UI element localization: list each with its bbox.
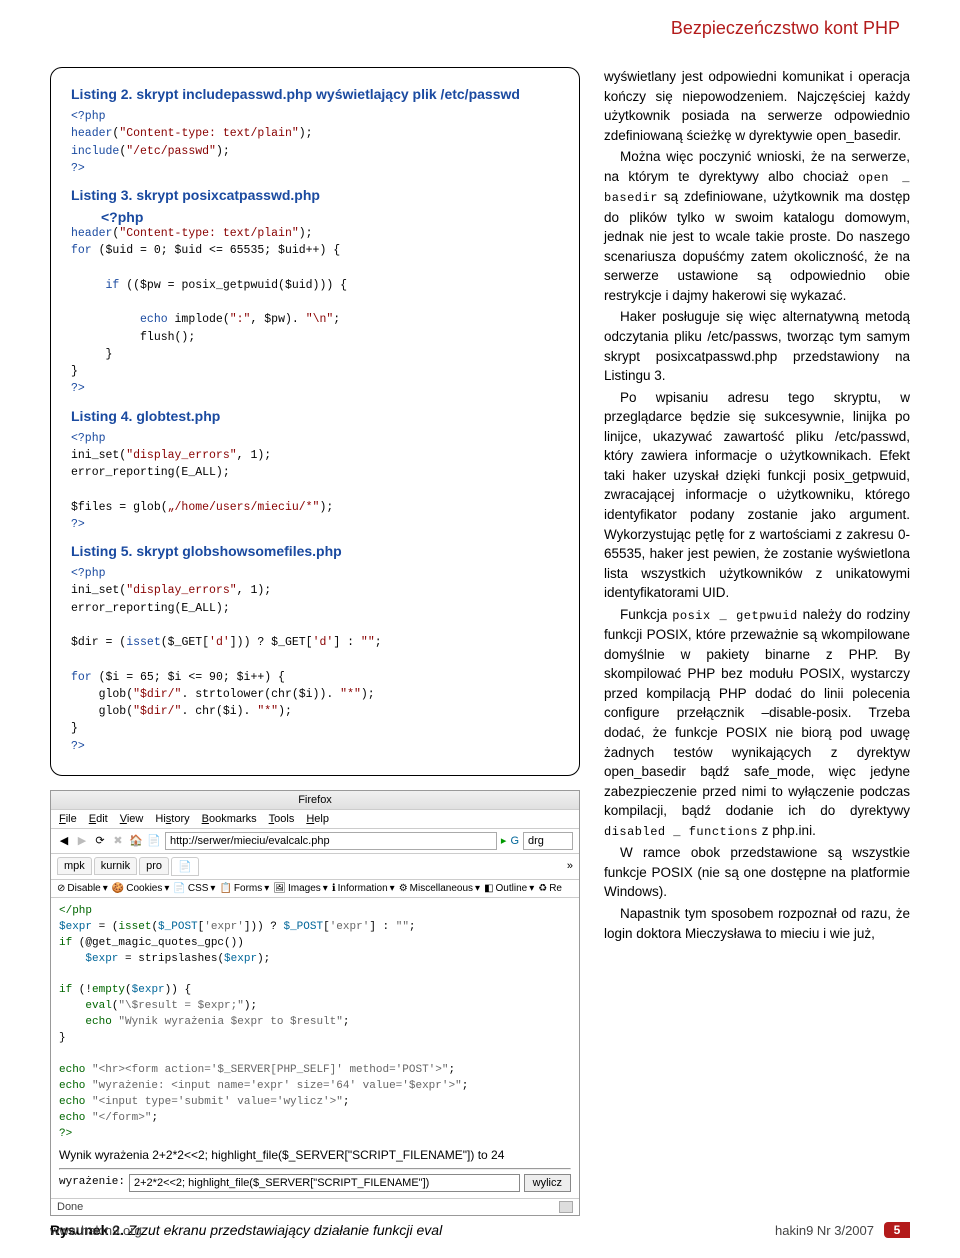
- listing-4-title: Listing 4. globtest.php: [71, 408, 559, 424]
- tool-re[interactable]: ♻ Re: [538, 883, 562, 894]
- listing-3-title: Listing 3. skrypt posixcatpasswd.php: [71, 187, 559, 203]
- menu-view[interactable]: View: [120, 813, 144, 825]
- tool-forms[interactable]: 📋 Forms▾: [219, 883, 269, 894]
- para-5: Funkcja posix _ getpwuid należy do rodzi…: [604, 605, 910, 841]
- menu-file[interactable]: File: [59, 813, 77, 825]
- page-header: Bezpieczeńczstwo kont PHP: [0, 0, 960, 67]
- code-listings-box: Listing 2. skrypt includepasswd.php wyśw…: [50, 67, 580, 776]
- browser-viewport: </php $expr = (isset($_POST['expr'])) ? …: [51, 898, 579, 1198]
- status-bar: Done: [51, 1198, 579, 1215]
- para-6: W ramce obok przedstawione są wszystkie …: [604, 843, 910, 902]
- ssl-icon: [559, 1201, 573, 1213]
- tab-pro[interactable]: pro: [139, 857, 169, 875]
- eval-result: Wynik wyrażenia 2+2*2<<2; highlight_file…: [59, 1147, 571, 1164]
- page-number: 5: [884, 1222, 910, 1238]
- home-icon[interactable]: 🏠: [129, 834, 143, 848]
- tab-active[interactable]: 📄: [171, 857, 199, 876]
- listing-2-title: Listing 2. skrypt includepasswd.php wyśw…: [71, 86, 559, 102]
- tool-css[interactable]: 📄 CSS▾: [173, 883, 215, 894]
- article-body: wyświetlany jest odpowiedni komunikat i …: [604, 67, 910, 1238]
- status-text: Done: [57, 1201, 83, 1213]
- browser-title: Firefox: [51, 791, 579, 810]
- tool-images[interactable]: 🖼 Images▾: [273, 883, 328, 894]
- tab-bar[interactable]: mpk kurnik pro 📄 »: [51, 854, 579, 880]
- stop-icon[interactable]: ✖: [111, 834, 125, 848]
- browser-window: Firefox File Edit View History Bookmarks…: [50, 790, 580, 1216]
- form-label: wyrażenie:: [59, 1175, 125, 1191]
- page-icon: 📄: [147, 834, 161, 848]
- listing-2-code: <?php header("Content-type: text/plain")…: [71, 108, 559, 177]
- dev-toolbar[interactable]: ⊘ Disable▾ 🍪 Cookies▾ 📄 CSS▾ 📋 Forms▾ 🖼 …: [51, 880, 579, 898]
- para-7: Napastnik tym sposobem rozpoznał od razu…: [604, 904, 910, 943]
- tool-disable[interactable]: ⊘ Disable▾: [57, 883, 108, 894]
- submit-button[interactable]: wylicz: [524, 1174, 571, 1192]
- search-box[interactable]: drg: [523, 832, 573, 850]
- footer-issue: hakin9 Nr 3/2007: [775, 1223, 874, 1238]
- listing-5-title: Listing 5. skrypt globshowsomefiles.php: [71, 543, 559, 559]
- footer-url: www.hakin9.org: [50, 1223, 142, 1238]
- menu-bookmarks[interactable]: Bookmarks: [202, 813, 257, 825]
- para-4: Po wpisaniu adresu tego skryptu, w przeg…: [604, 388, 910, 603]
- para-3: Haker posługuje się więc alternatywną me…: [604, 307, 910, 385]
- tool-outline[interactable]: ◧ Outline▾: [484, 883, 534, 894]
- page-footer: www.hakin9.org hakin9 Nr 3/2007 5: [0, 1222, 960, 1238]
- tab-chevron-icon[interactable]: »: [567, 860, 573, 872]
- expr-input[interactable]: [129, 1174, 520, 1192]
- reload-icon[interactable]: ⟳: [93, 834, 107, 848]
- tool-info[interactable]: ℹ Information▾: [332, 883, 395, 894]
- tool-misc[interactable]: ⚙ Miscellaneous▾: [399, 883, 480, 894]
- browser-menubar[interactable]: File Edit View History Bookmarks Tools H…: [51, 810, 579, 829]
- para-2: Można więc poczynić wnioski, że na serwe…: [604, 147, 910, 305]
- listing-5-code: <?php ini_set("display_errors", 1); erro…: [71, 565, 559, 755]
- tab-mpk[interactable]: mpk: [57, 857, 92, 875]
- forward-icon[interactable]: ▶: [75, 834, 89, 848]
- menu-edit[interactable]: Edit: [89, 813, 108, 825]
- tool-cookies[interactable]: 🍪 Cookies▾: [112, 883, 170, 894]
- menu-help[interactable]: Help: [306, 813, 329, 825]
- para-1: wyświetlany jest odpowiedni komunikat i …: [604, 67, 910, 145]
- address-bar[interactable]: http://serwer/mieciu/evalcalc.php: [165, 832, 497, 850]
- tab-kurnik[interactable]: kurnik: [94, 857, 137, 875]
- back-icon[interactable]: ◀: [57, 834, 71, 848]
- go-icon[interactable]: ▸: [501, 834, 507, 847]
- listing-3-prefix: <?php: [71, 209, 559, 225]
- listing-4-code: <?php ini_set("display_errors", 1); erro…: [71, 430, 559, 534]
- menu-tools[interactable]: Tools: [269, 813, 295, 825]
- menu-history[interactable]: History: [155, 813, 189, 825]
- search-engine-icon[interactable]: G: [510, 835, 519, 847]
- listing-3-code: header("Content-type: text/plain"); for …: [71, 225, 559, 398]
